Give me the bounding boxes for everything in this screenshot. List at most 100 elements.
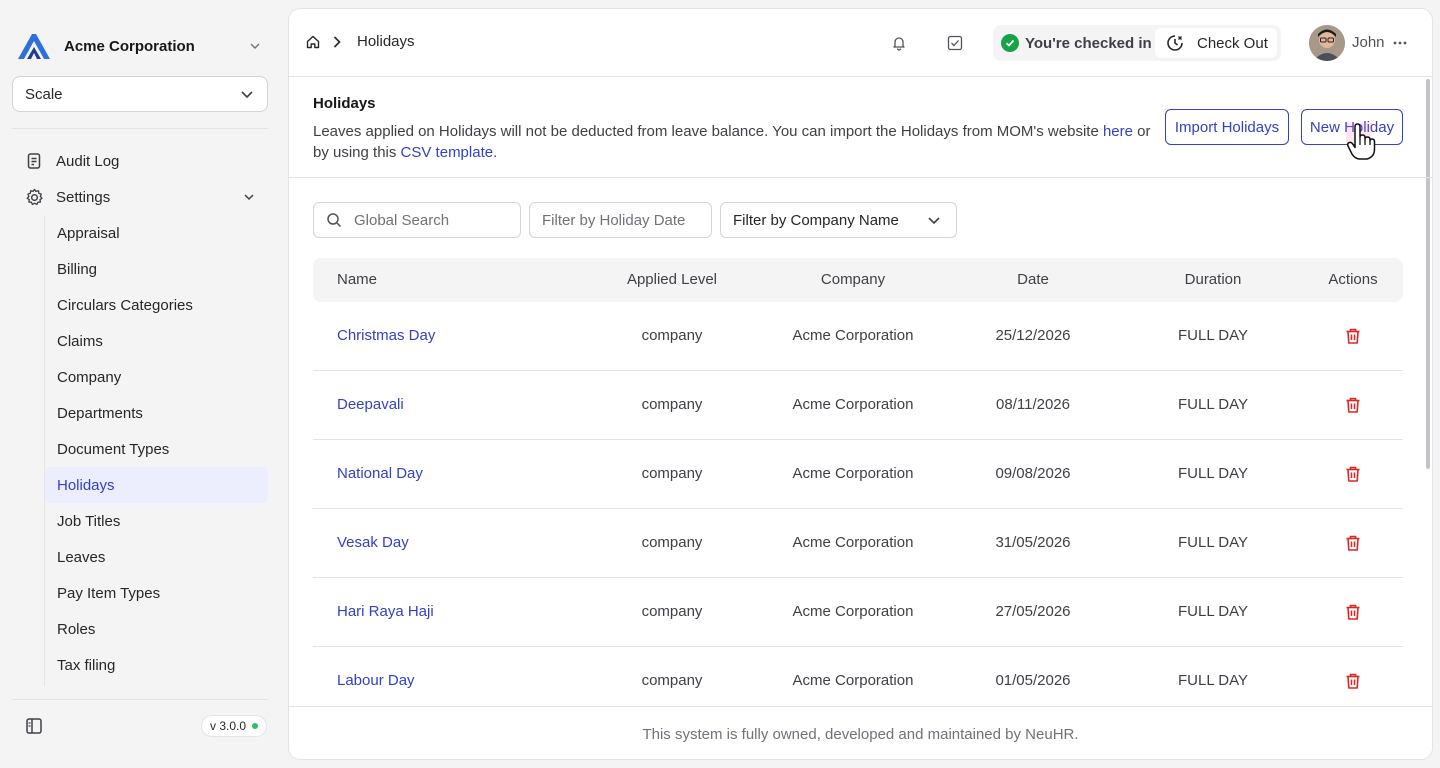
duration-cell: FULL DAY [1177,603,1249,620]
holiday-date-filter [529,202,712,238]
applied-level-cell: company [641,396,703,413]
bell-icon[interactable] [891,35,907,51]
holiday-name-link[interactable]: Vesak Day [337,534,409,551]
check-out-button[interactable]: Check Out [1155,28,1277,58]
trash-icon[interactable] [1343,395,1363,415]
holiday-name-link[interactable]: National Day [337,465,423,482]
trash-icon[interactable] [1343,602,1363,622]
column-header-level: Applied Level [626,271,718,288]
attendance-widget: You're checked in Check Out [993,25,1281,61]
sidebar-subitem-appraisal[interactable]: Appraisal [45,215,268,251]
sidebar-item-settings[interactable]: Settings [24,182,268,212]
chevron-down-icon [241,91,253,99]
holiday-name-link[interactable]: Labour Day [337,672,415,689]
column-header-name: Name [337,271,378,288]
sidebar-subitem-circulars-categories[interactable]: Circulars Categories [45,287,268,323]
main-panel: Holidays You're checked in Check Out Joh… [288,8,1433,760]
table-header: Name Applied Level Company Date Duration… [313,258,1403,302]
mom-website-link[interactable]: here [1103,123,1133,140]
table-row: Christmas Day company Acme Corporation 25/1… [313,302,1403,371]
trash-icon[interactable] [1343,464,1363,484]
user-name[interactable]: John [1352,34,1385,51]
date-cell: 25/12/2026 [995,327,1071,344]
search-icon [327,213,342,228]
chevron-down-icon [928,217,940,225]
filter-bar: Filter by Company Name [313,202,1013,238]
page-title: Holidays [313,95,376,112]
divider [12,699,268,700]
chevron-right-icon [333,35,341,48]
duration-cell: FULL DAY [1177,327,1249,344]
applied-level-cell: company [641,534,703,551]
breadcrumb: Holidays [305,33,415,50]
sidebar-subitem-tax-filing[interactable]: Tax filing [45,647,268,683]
sidebar-subitem-leaves[interactable]: Leaves [45,539,268,575]
footer: This system is fully owned, developed an… [289,706,1432,759]
duration-cell: FULL DAY [1177,672,1249,689]
company-filter-label: Filter by Company Name [733,211,899,229]
company-cell: Acme Corporation [792,672,914,689]
applied-level-cell: company [641,603,703,620]
import-holidays-button[interactable]: Import Holidays [1165,109,1289,145]
company-cell: Acme Corporation [792,327,914,344]
applied-level-cell: company [641,327,703,344]
sidebar-subitem-document-types[interactable]: Document Types [45,431,268,467]
column-header-date: Date [1017,271,1049,288]
holiday-name-link[interactable]: Deepavali [337,396,404,413]
sidebar-subitem-roles[interactable]: Roles [45,611,268,647]
version-badge: v 3.0.0 [201,715,268,737]
search-input[interactable] [354,211,514,229]
description-text: Leaves applied on Holidays will not be d… [313,123,1103,140]
sidebar-subitem-billing[interactable]: Billing [45,251,268,287]
holidays-table: Name Applied Level Company Date Duration… [313,258,1403,716]
column-header-duration: Duration [1184,271,1242,288]
global-search [313,202,521,238]
sidebar-subitem-company[interactable]: Company [45,359,268,395]
sidebar-subitem-departments[interactable]: Departments [45,395,268,431]
check-circle-icon [1001,34,1019,52]
acme-logo-icon [18,34,50,59]
company-switcher[interactable]: Acme Corporation [16,30,272,62]
chevron-down-icon [244,194,254,201]
csv-template-link[interactable]: CSV template. [401,144,498,161]
more-horizontal-icon[interactable] [1392,35,1408,51]
sidebar-subitem-job-titles[interactable]: Job Titles [45,503,268,539]
holiday-name-link[interactable]: Hari Raya Haji [337,603,434,620]
date-cell: 09/08/2026 [995,465,1071,482]
table-row: Deepavali company Acme Corporation 08/11/20… [313,371,1403,440]
document-icon [24,151,44,171]
duration-cell: FULL DAY [1177,396,1249,413]
trash-icon[interactable] [1343,326,1363,346]
top-bar: Holidays You're checked in Check Out Joh… [289,9,1432,77]
plan-select[interactable]: Scale [12,76,268,112]
page-header: Holidays Leaves applied on Holidays will… [289,78,1432,178]
home-icon[interactable] [305,34,321,50]
holiday-name-link[interactable]: Christmas Day [337,327,435,344]
sidebar-item-label: Settings [56,188,111,206]
check-out-label: Check Out [1197,34,1268,52]
sidebar: Acme Corporation Scale Audit Log Setting… [0,0,280,768]
task-checkbox-icon[interactable] [947,35,963,51]
company-name-filter[interactable]: Filter by Company Name [720,202,957,238]
sidebar-subitem-claims[interactable]: Claims [45,323,268,359]
column-header-company: Company [820,271,886,288]
sidebar-item-audit-log[interactable]: Audit Log [24,146,268,176]
trash-icon[interactable] [1343,533,1363,553]
plan-select-value: Scale [25,85,63,103]
version-text: v 3.0.0 [210,719,247,733]
trash-icon[interactable] [1343,671,1363,691]
sidebar-item-label: Audit Log [56,152,120,170]
sidebar-subitem-pay-item-types[interactable]: Pay Item Types [45,575,268,611]
table-row: Vesak Day company Acme Corporation 31/05/20… [313,509,1403,578]
duration-cell: FULL DAY [1177,465,1249,482]
table-row: Hari Raya Haji company Acme Corporation 27/… [313,578,1403,647]
breadcrumb-current[interactable]: Holidays [357,33,415,50]
date-filter-input[interactable] [542,211,702,229]
sidebar-collapse-icon[interactable] [24,716,44,736]
divider [12,128,268,129]
sidebar-subitem-holidays[interactable]: Holidays [45,467,268,503]
checkin-status: You're checked in [1025,34,1152,52]
applied-level-cell: company [641,672,703,689]
avatar[interactable] [1309,25,1345,61]
company-cell: Acme Corporation [792,534,914,551]
